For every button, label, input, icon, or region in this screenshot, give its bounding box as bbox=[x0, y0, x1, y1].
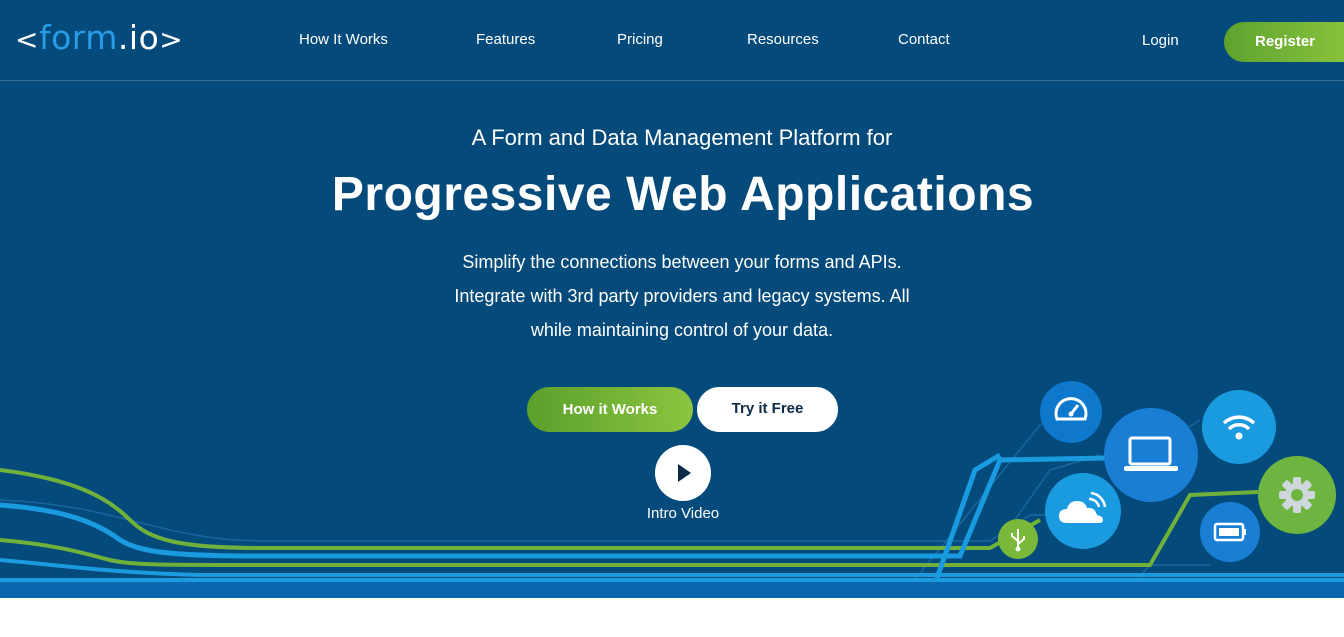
usb-circle bbox=[998, 519, 1038, 559]
wifi-icon bbox=[1222, 415, 1256, 440]
intro-video-label[interactable]: Intro Video bbox=[622, 505, 744, 523]
formio-logo[interactable]: <form.io> bbox=[15, 18, 183, 60]
hero-subtext-line-1: Simplify the connections between your fo… bbox=[462, 252, 902, 272]
hero-section: <form.io> How It Works Features Pricing … bbox=[0, 0, 1344, 598]
try-it-free-button[interactable]: Try it Free bbox=[697, 387, 838, 432]
gear-circle bbox=[1258, 456, 1336, 534]
cloud-circle bbox=[1045, 473, 1121, 549]
logo-close-bracket: > bbox=[159, 23, 184, 56]
intro-video-play-button[interactable] bbox=[655, 445, 711, 501]
gear-icon bbox=[1279, 477, 1315, 513]
logo-suffix: .io bbox=[117, 18, 160, 57]
nav-how-it-works[interactable]: How It Works bbox=[299, 30, 388, 50]
nav-pricing[interactable]: Pricing bbox=[617, 30, 663, 50]
login-link[interactable]: Login bbox=[1142, 31, 1179, 51]
wifi-circle bbox=[1202, 390, 1276, 464]
cloud-icon bbox=[1059, 491, 1107, 523]
logo-open-bracket: < bbox=[15, 23, 39, 56]
usb-icon bbox=[1011, 529, 1025, 552]
top-nav: <form.io> How It Works Features Pricing … bbox=[0, 0, 1344, 81]
register-button[interactable]: Register bbox=[1224, 22, 1344, 62]
speedometer-circle bbox=[1040, 381, 1102, 443]
how-it-works-button[interactable]: How it Works bbox=[527, 387, 693, 432]
nav-features[interactable]: Features bbox=[476, 30, 535, 50]
play-icon bbox=[678, 464, 691, 482]
nav-contact[interactable]: Contact bbox=[898, 30, 950, 50]
speedometer-icon bbox=[1054, 397, 1088, 421]
logo-word: form bbox=[38, 18, 118, 57]
hero-subtext-line-3: while maintaining control of your data. bbox=[530, 320, 834, 340]
hero-eyebrow: A Form and Data Management Platform for bbox=[471, 125, 893, 150]
hero-headline: Progressive Web Applications bbox=[331, 168, 1035, 221]
hero-subtext-line-2: Integrate with 3rd party providers and l… bbox=[454, 286, 910, 306]
battery-circle bbox=[1200, 502, 1260, 562]
nav-resources[interactable]: Resources bbox=[747, 30, 819, 50]
battery-icon bbox=[1213, 522, 1246, 542]
